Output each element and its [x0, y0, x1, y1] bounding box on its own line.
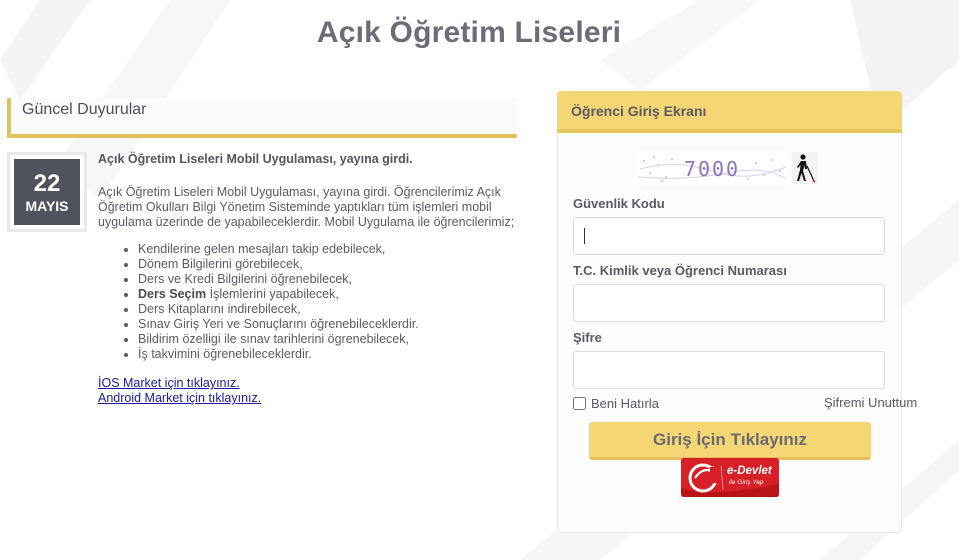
list-item: Ders Seçim İşlemlerini yapabilecek,	[138, 287, 518, 302]
announcements-header: Güncel Duyurular	[7, 98, 517, 138]
list-item: Ders ve Kredi Bilgilerini öğrenebilecek,	[138, 272, 518, 287]
text-caret	[584, 228, 585, 244]
edevlet-label: e-Devlet	[727, 465, 772, 477]
remember-me-label: Beni Hatırla	[591, 396, 659, 411]
student-login-panel: Öğrenci Giriş Ekranı 7000 Güvenlik Kodu …	[557, 91, 917, 533]
list-item: Kendilerine gelen mesajları takip edebil…	[138, 242, 518, 257]
date-month: MAYIS	[25, 198, 69, 214]
page-title: Açık Öğretim Liseleri	[316, 16, 622, 49]
list-item: Bildirim özelligi ile sınav tarihlerini …	[138, 332, 518, 347]
announcement-date-badge: 22 MAYIS	[7, 152, 87, 232]
edevlet-login-button[interactable]: e-Devlet ile Giriş Yap	[681, 458, 779, 497]
date-badge-inner: 22 MAYIS	[14, 159, 80, 225]
captcha-image: 7000	[636, 151, 788, 185]
remember-me[interactable]: Beni Hatırla	[573, 396, 659, 411]
announcement-intro: Açık Öğretim Liseleri Mobil Uygulaması, …	[98, 185, 515, 229]
login-panel-header: Öğrenci Giriş Ekranı	[557, 91, 902, 133]
announcements-title: Güncel Duyurular	[22, 101, 147, 118]
market-links: İOS Market için tıklayınız. Android Mark…	[98, 376, 518, 406]
list-item-text: İşlemlerini yapabilecek,	[209, 287, 339, 301]
edevlet-logo-icon	[681, 458, 779, 497]
security-code-label: Güvenlik Kodu	[573, 196, 665, 211]
password-label: Şifre	[573, 330, 602, 345]
list-item-bold: Ders Seçim	[138, 287, 207, 301]
list-item: Sınav Giriş Yeri ve Sonuçlarını öğrenebi…	[138, 317, 518, 332]
list-item: Ders Kitaplarını indirebilecek,	[138, 302, 518, 317]
id-number-input[interactable]	[573, 284, 885, 322]
forgot-password-link[interactable]: Şifremi Unuttum	[824, 395, 917, 410]
announcement-title: Açık Öğretim Liseleri Mobil Uygulaması, …	[98, 152, 413, 166]
ios-market-link[interactable]: İOS Market için tıklayınız.	[98, 376, 518, 391]
remember-me-checkbox[interactable]	[573, 397, 586, 410]
date-day: 22	[33, 170, 61, 197]
id-number-label: T.C. Kimlik veya Öğrenci Numarası	[573, 263, 787, 278]
list-item: İş takvimini öğrenebileceklerdir.	[138, 347, 518, 362]
login-submit-button[interactable]: Giriş İçin Tıklayınız	[589, 422, 871, 460]
captcha-text: 7000	[684, 157, 740, 181]
announcement-body: Açık Öğretim Liseleri Mobil Uygulaması, …	[98, 152, 518, 406]
announcement-feature-list: Kendilerine gelen mesajları takip edebil…	[98, 242, 518, 362]
accessibility-icon[interactable]	[792, 152, 818, 184]
security-code-input[interactable]	[573, 217, 885, 255]
login-panel-title: Öğrenci Giriş Ekranı	[571, 103, 707, 119]
password-input[interactable]	[573, 351, 885, 389]
android-market-link[interactable]: Android Market için tıklayınız.	[98, 391, 518, 406]
edevlet-sublabel: ile Giriş Yap	[729, 479, 764, 486]
list-item: Dönem Bilgilerini görebilecek,	[138, 257, 518, 272]
